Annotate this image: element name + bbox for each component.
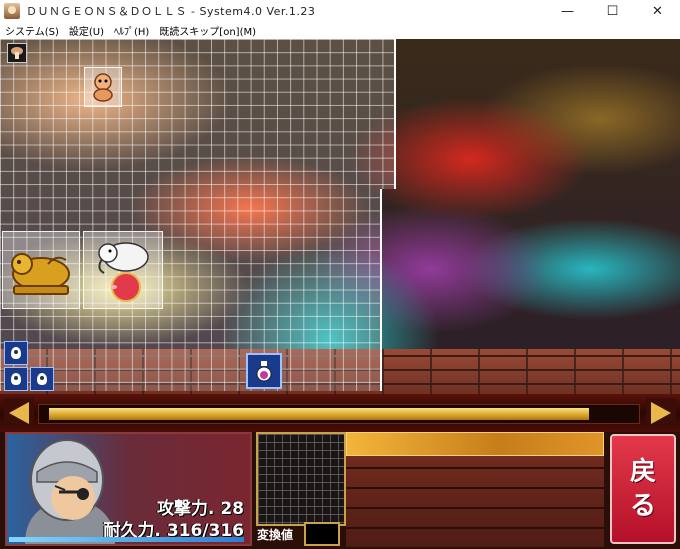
scroll-right-button[interactable] bbox=[646, 398, 676, 428]
conversion-value-box bbox=[304, 522, 340, 546]
scroll-track[interactable] bbox=[38, 404, 640, 424]
small-doll-item[interactable] bbox=[4, 341, 28, 365]
golden-beast-icon bbox=[11, 253, 70, 295]
menu-bar: システム(S) 設定(U) ﾍﾙﾌﾟ(H) 既読スキップ[on](M) bbox=[0, 22, 680, 39]
back-button-label: る bbox=[629, 491, 656, 521]
scroll-thumb[interactable] bbox=[49, 408, 589, 420]
menu-settings[interactable]: 設定(U) bbox=[64, 23, 109, 38]
grid-border bbox=[380, 189, 382, 391]
elephant-on-ball-icon bbox=[98, 242, 149, 302]
doll-icon bbox=[93, 73, 113, 102]
window-controls: — ☐ ✕ bbox=[545, 0, 680, 22]
small-doll-item[interactable] bbox=[30, 367, 54, 391]
durability-bar bbox=[9, 537, 244, 542]
small-doll-icon bbox=[11, 347, 21, 359]
potion-icon bbox=[256, 361, 272, 382]
conversion-label: 変換値 bbox=[257, 528, 294, 542]
conversion-grid[interactable] bbox=[256, 432, 346, 526]
doll-item[interactable] bbox=[84, 67, 122, 107]
grid-border bbox=[394, 39, 396, 189]
window-title: ＤＵＮＧＥＯＮＳ＆ＤＯＬＬＳ - System4.0 Ver.1.23 bbox=[26, 5, 316, 18]
inventory-grid[interactable] bbox=[0, 39, 396, 391]
menu-help[interactable]: ﾍﾙﾌﾟ(H) bbox=[109, 23, 154, 38]
scroll-left-button[interactable] bbox=[4, 398, 34, 428]
app-icon bbox=[4, 3, 20, 19]
small-doll-icon bbox=[11, 373, 21, 385]
elephant-item[interactable] bbox=[83, 231, 163, 309]
info-header-bar bbox=[346, 432, 604, 456]
small-doll-item[interactable] bbox=[4, 367, 28, 391]
game-area: 攻撃力. 28 耐久力. 316/316 変換値 戻 る bbox=[0, 39, 680, 549]
inventory-scrollbar bbox=[0, 394, 680, 432]
arrow-left-icon bbox=[9, 402, 29, 424]
arrow-right-icon bbox=[651, 402, 671, 424]
menu-system[interactable]: システム(S) bbox=[0, 23, 64, 38]
close-button[interactable]: ✕ bbox=[635, 0, 680, 22]
bottom-panel: 攻撃力. 28 耐久力. 316/316 変換値 戻 る bbox=[0, 432, 680, 549]
maximize-button[interactable]: ☐ bbox=[590, 0, 635, 22]
small-doll-icon bbox=[37, 373, 47, 385]
back-button[interactable]: 戻 る bbox=[610, 434, 676, 544]
back-button-label: 戻 bbox=[629, 457, 656, 487]
title-bar: ＤＵＮＧＥＯＮＳ＆ＤＯＬＬＳ - System4.0 Ver.1.23 — ☐ … bbox=[0, 0, 680, 22]
golden-beast-item[interactable] bbox=[2, 231, 80, 309]
potion-item[interactable] bbox=[246, 353, 282, 389]
mushroom-item[interactable] bbox=[7, 43, 27, 63]
character-panel: 攻撃力. 28 耐久力. 316/316 bbox=[5, 432, 252, 546]
mushroom-icon bbox=[11, 47, 23, 59]
menu-read-skip[interactable]: 既読スキップ[on](M) bbox=[154, 23, 261, 38]
minimize-button[interactable]: — bbox=[545, 0, 590, 22]
info-panel bbox=[346, 432, 604, 549]
